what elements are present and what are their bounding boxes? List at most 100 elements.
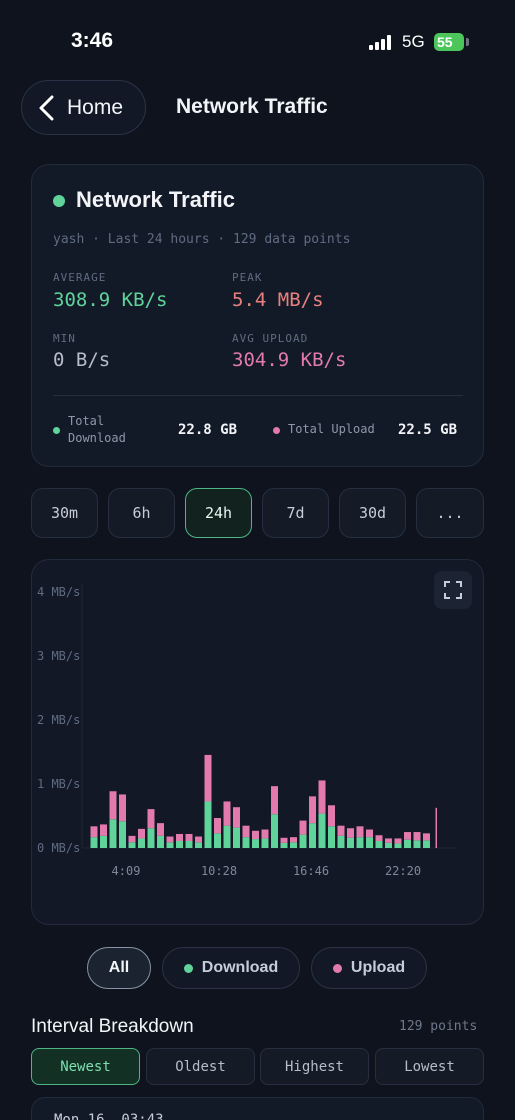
bar-upload	[375, 835, 383, 841]
filter-download[interactable]: Download	[162, 947, 300, 989]
bar-upload	[309, 796, 316, 824]
bar-download	[423, 840, 430, 848]
x-tick-label: 22:20	[385, 864, 421, 878]
sort-newest[interactable]: Newest	[31, 1048, 140, 1085]
breakdown-count: 129 points	[399, 1019, 478, 1034]
y-tick-label: 4 MB/s	[37, 585, 80, 599]
bar-download	[299, 834, 307, 848]
bar-download	[185, 840, 193, 848]
range-button-7d[interactable]: 7d	[262, 488, 329, 538]
bar-upload	[394, 838, 402, 844]
sort-lowest[interactable]: Lowest	[375, 1048, 484, 1085]
bar-download	[166, 842, 174, 848]
bar-upload	[261, 829, 269, 839]
bar-download	[337, 835, 345, 848]
bar-download	[195, 842, 202, 848]
bar-download	[204, 801, 212, 848]
bar-download	[290, 842, 297, 848]
peak-label: PEAK	[232, 271, 263, 284]
bar-download	[214, 833, 221, 848]
summary-title: Network Traffic	[76, 187, 235, 212]
total-upload-value: 22.5 GB	[398, 422, 458, 438]
bar-download	[128, 842, 136, 848]
range-button-30d[interactable]: 30d	[339, 488, 406, 538]
bar-download	[242, 837, 250, 848]
divider	[53, 395, 463, 396]
filter-upload[interactable]: Upload	[311, 947, 427, 989]
breakdown-title: Interval Breakdown	[31, 1016, 194, 1037]
bar-upload	[119, 794, 126, 822]
bar-upload	[138, 828, 145, 839]
bar-upload	[166, 836, 174, 843]
sort-oldest[interactable]: Oldest	[146, 1048, 255, 1085]
bar-download	[233, 827, 240, 848]
bar-upload	[328, 805, 335, 827]
range-button-more[interactable]: ...	[416, 488, 484, 538]
bar-upload	[299, 820, 307, 835]
bar-download	[366, 837, 373, 848]
min-label: MIN	[53, 332, 76, 345]
back-button[interactable]: Home	[21, 80, 146, 135]
bar-download	[328, 826, 335, 848]
signal-icon	[369, 35, 395, 50]
filter-all-label: All	[108, 959, 130, 976]
average-label: AVERAGE	[53, 271, 107, 284]
bar-upload	[318, 780, 326, 814]
bar-download	[109, 819, 117, 848]
expand-button[interactable]	[434, 571, 472, 609]
network-type: 5G	[402, 32, 425, 51]
bar-upload	[280, 837, 288, 843]
summary-card: Network Traffic yash · Last 24 hours · 1…	[31, 164, 484, 467]
avg-upload-value: 304.9 KB/s	[232, 349, 347, 371]
status-time: 3:46	[71, 29, 114, 52]
bar-upload	[233, 807, 240, 828]
filter-download-label: Download	[201, 959, 279, 976]
range-button-30m[interactable]: 30m	[31, 488, 98, 538]
range-button-24h[interactable]: 24h	[185, 488, 252, 538]
bar-download	[404, 839, 411, 848]
bar-upload	[435, 807, 437, 848]
bar-download	[147, 828, 155, 848]
bar-upload	[252, 830, 259, 840]
bar-download	[223, 825, 231, 848]
total-download-label: Total Download	[68, 414, 126, 445]
status-bar: 3:46 5G 55	[0, 0, 515, 80]
bar-download	[271, 814, 278, 848]
range-button-6h[interactable]: 6h	[108, 488, 175, 538]
bar-upload	[185, 833, 193, 841]
bar-download	[138, 838, 145, 848]
y-tick-label: 1 MB/s	[37, 777, 80, 791]
bar-upload	[90, 826, 98, 838]
list-item[interactable]: Mon 16, 03:43	[31, 1097, 484, 1120]
bar-upload	[271, 786, 278, 815]
list-item-date: Mon 16, 03:43	[54, 1112, 164, 1120]
bar-download	[309, 823, 316, 848]
bar-download	[280, 842, 288, 848]
bar-download	[157, 835, 164, 848]
expand-icon	[444, 581, 462, 599]
filter-all[interactable]: All	[87, 947, 151, 989]
bar-download	[318, 813, 326, 848]
x-tick-label: 10:28	[201, 864, 237, 878]
upload-dot	[332, 963, 342, 973]
bar-upload	[195, 836, 202, 843]
peak-value: 5.4 MB/s	[232, 289, 324, 311]
bar-upload	[413, 832, 421, 841]
bar-upload	[109, 791, 117, 820]
bar-upload	[356, 826, 364, 838]
sort-highest[interactable]: Highest	[260, 1048, 369, 1085]
bar-download	[356, 837, 364, 848]
bar-download	[90, 837, 98, 848]
bar-upload	[404, 832, 411, 840]
min-value: 0 B/s	[53, 349, 111, 371]
bar-upload	[147, 809, 155, 829]
y-tick-label: 3 MB/s	[37, 649, 80, 663]
y-tick-label: 2 MB/s	[37, 713, 80, 727]
bar-upload	[366, 829, 373, 838]
x-tick-label: 16:46	[293, 864, 329, 878]
bar-upload	[100, 824, 107, 836]
filter-upload-label: Upload	[350, 959, 406, 976]
average-value: 308.9 KB/s	[53, 289, 168, 311]
x-tick-label: 4:09	[112, 864, 141, 878]
status-dot	[53, 195, 65, 207]
